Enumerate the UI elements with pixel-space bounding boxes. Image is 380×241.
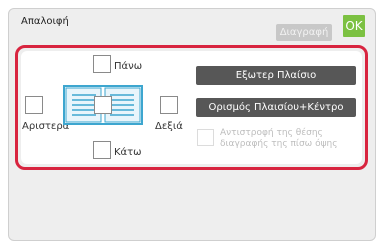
page-title: Απαλοιφή [21, 16, 69, 27]
top-checkbox[interactable] [93, 55, 111, 73]
left-checkbox[interactable] [25, 96, 43, 114]
ok-button[interactable]: OK [343, 15, 365, 37]
reverse-back-checkbox[interactable] [197, 129, 214, 146]
frame-center-button[interactable]: Ορισμός Πλαισίου+Κέντρο [196, 98, 356, 117]
right-label: Δεξιά [155, 121, 183, 132]
right-checkbox[interactable] [160, 96, 178, 114]
reverse-back-label: Αντιστροφή της θέσης διαγραφής της πίσω … [220, 128, 338, 149]
bottom-label: Κάτω [114, 147, 142, 158]
center-checkbox[interactable] [94, 96, 112, 114]
delete-button[interactable]: Διαγραφή [276, 24, 332, 41]
top-label: Πάνω [114, 61, 143, 72]
bottom-checkbox[interactable] [93, 141, 111, 159]
outer-frame-button[interactable]: Εξωτερ Πλαίσιο [196, 66, 356, 85]
